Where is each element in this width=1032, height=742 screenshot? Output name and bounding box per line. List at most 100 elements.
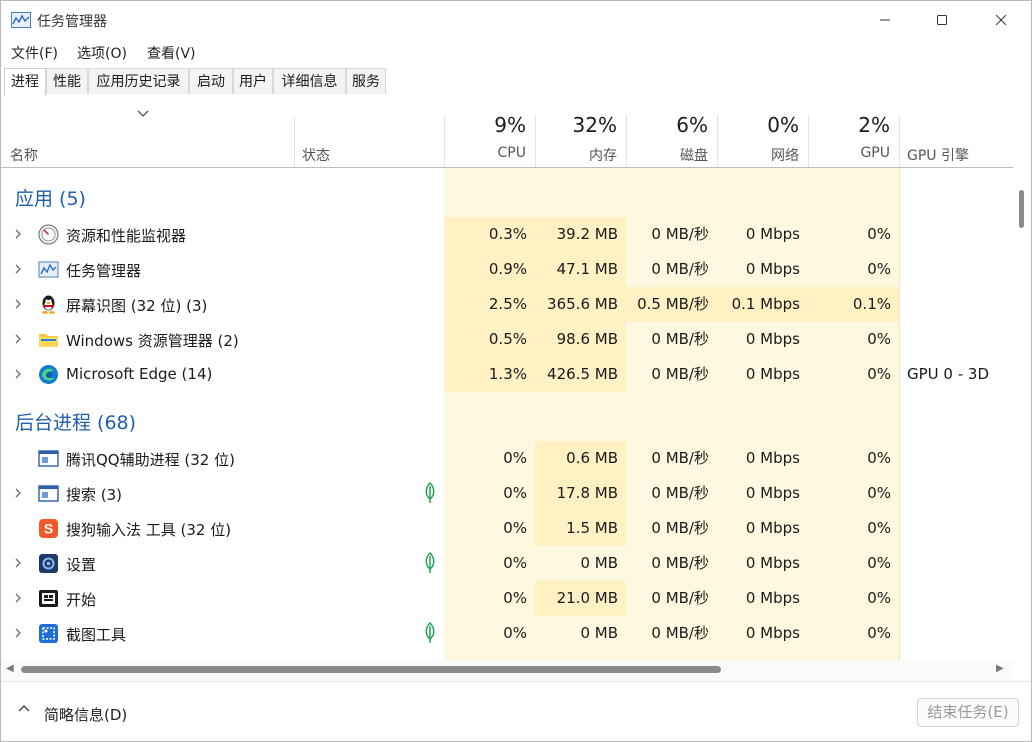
gpu-engine-cell: GPU 0 - 3D bbox=[907, 365, 990, 383]
column-network-header[interactable]: 网络 bbox=[771, 145, 799, 165]
column-divider bbox=[294, 115, 295, 167]
disk-cell: 0 MB/秒 bbox=[626, 217, 717, 252]
tab-users[interactable]: 用户 bbox=[233, 68, 273, 94]
column-gpu-header[interactable]: GPU bbox=[860, 145, 890, 161]
process-name: 资源和性能监视器 bbox=[66, 227, 187, 245]
disk-cell: 0 MB/秒 bbox=[626, 581, 717, 616]
column-name-header[interactable]: 名称 bbox=[10, 145, 38, 165]
gpu-cell: 0% bbox=[808, 581, 899, 616]
end-task-button[interactable]: 结束任务(E) bbox=[917, 698, 1019, 727]
column-disk-header[interactable]: 磁盘 bbox=[680, 145, 708, 165]
task-manager-window: 任务管理器 文件(F) 选项(O) 查看(V) 进程 性能 应用历史记录 启动 … bbox=[0, 0, 1032, 742]
net-cell: 0 Mbps bbox=[717, 252, 808, 287]
process-name: 截图工具 bbox=[66, 626, 127, 644]
column-divider bbox=[444, 115, 445, 167]
menu-options[interactable]: 选项(O) bbox=[77, 43, 127, 63]
process-name: 搜狗输入法 工具 (32 位) bbox=[66, 521, 232, 539]
process-row[interactable]: Windows 资源管理器 (2) 0.5% 98.6 MB 0 MB/秒 0 Mbps… bbox=[1, 322, 1013, 357]
group-header[interactable]: 后台进程 (68) bbox=[1, 392, 1013, 441]
disk-cell: 0 MB/秒 bbox=[626, 322, 717, 357]
vertical-scrollbar-thumb[interactable] bbox=[1019, 190, 1024, 228]
menu-bar: 文件(F) 选项(O) 查看(V) bbox=[1, 39, 1031, 63]
column-gpu-engine-header[interactable]: GPU 引擎 bbox=[907, 145, 969, 165]
horizontal-scrollbar-thumb[interactable] bbox=[21, 666, 721, 673]
column-cpu-header[interactable]: CPU bbox=[498, 145, 526, 161]
menu-file[interactable]: 文件(F) bbox=[11, 43, 58, 63]
column-divider bbox=[717, 115, 718, 167]
process-row[interactable]: 开始 0% 21.0 MB 0 MB/秒 0 Mbps 0% bbox=[1, 581, 1013, 616]
mem-cell: 0 MB bbox=[535, 546, 626, 581]
mem-cell: 426.5 MB bbox=[535, 357, 626, 392]
tab-startup[interactable]: 启动 bbox=[189, 68, 233, 94]
process-row[interactable]: 任务管理器 0.9% 47.1 MB 0 MB/秒 0 Mbps 0% bbox=[1, 252, 1013, 287]
settings-icon bbox=[38, 553, 59, 574]
tab-processes[interactable]: 进程 bbox=[4, 68, 46, 96]
tab-details[interactable]: 详细信息 bbox=[273, 68, 346, 94]
process-row[interactable]: 截图工具 0% 0 MB 0 MB/秒 0 Mbps 0% bbox=[1, 616, 1013, 651]
folder-icon bbox=[38, 329, 59, 350]
disk-cell: 0 MB/秒 bbox=[626, 357, 717, 392]
network-total-percent: 0% bbox=[767, 113, 799, 137]
scroll-right-arrow-icon[interactable]: ▶ bbox=[996, 663, 1004, 674]
fewer-details-link[interactable]: 简略信息(D) bbox=[44, 704, 127, 725]
process-row[interactable]: S 搜狗输入法 工具 (32 位) 0% 1.5 MB 0 MB/秒 0 Mbps 0% bbox=[1, 511, 1013, 546]
process-row[interactable]: 腾讯QQ辅助进程 (32 位) 0% 0.6 MB 0 MB/秒 0 Mbps 0% bbox=[1, 441, 1013, 476]
process-row[interactable]: 设置 0% 0 MB 0 MB/秒 0 Mbps 0% bbox=[1, 546, 1013, 581]
mem-cell: 17.8 MB bbox=[535, 476, 626, 511]
process-name: 屏幕识图 (32 位) (3) bbox=[66, 297, 208, 315]
task-manager-icon bbox=[38, 259, 59, 280]
chevron-right-icon[interactable] bbox=[13, 263, 23, 279]
mem-cell: 39.2 MB bbox=[535, 217, 626, 252]
chevron-right-icon[interactable] bbox=[13, 298, 23, 314]
efficiency-mode-leaf-icon bbox=[422, 622, 438, 648]
tab-app-history[interactable]: 应用历史记录 bbox=[88, 68, 189, 94]
cpu-cell: 0% bbox=[444, 581, 535, 616]
close-button[interactable] bbox=[978, 1, 1024, 39]
process-row[interactable]: Microsoft Edge (14) 1.3% 426.5 MB 0 MB/秒 0 M… bbox=[1, 357, 1013, 392]
chevron-up-icon[interactable] bbox=[17, 702, 31, 714]
svg-text:S: S bbox=[44, 521, 53, 537]
column-divider bbox=[535, 115, 536, 167]
column-memory-header[interactable]: 内存 bbox=[589, 145, 617, 165]
column-status-header[interactable]: 状态 bbox=[302, 145, 330, 165]
group-header[interactable]: 应用 (5) bbox=[1, 168, 1013, 217]
disk-cell: 0 MB/秒 bbox=[626, 511, 717, 546]
chevron-right-icon[interactable] bbox=[13, 557, 23, 573]
mem-cell: 98.6 MB bbox=[535, 322, 626, 357]
process-name: 腾讯QQ辅助进程 (32 位) bbox=[66, 451, 235, 469]
tab-services[interactable]: 服务 bbox=[346, 68, 386, 94]
net-cell: 0 Mbps bbox=[717, 616, 808, 651]
process-row[interactable]: 屏幕识图 (32 位) (3) 2.5% 365.6 MB 0.5 MB/秒 0.1 M… bbox=[1, 287, 1013, 322]
chevron-right-icon[interactable] bbox=[13, 228, 23, 244]
chevron-down-icon[interactable] bbox=[136, 109, 150, 119]
mem-cell: 21.0 MB bbox=[535, 581, 626, 616]
column-divider bbox=[626, 115, 627, 167]
chevron-right-icon[interactable] bbox=[13, 368, 23, 384]
cpu-cell: 1.3% bbox=[444, 357, 535, 392]
process-row[interactable]: 搜索 (3) 0% 17.8 MB 0 MB/秒 0 Mbps 0% bbox=[1, 476, 1013, 511]
minimize-button[interactable] bbox=[862, 1, 908, 39]
process-name: 搜索 (3) bbox=[66, 486, 123, 504]
cpu-cell: 0.5% bbox=[444, 322, 535, 357]
memory-total-percent: 32% bbox=[572, 113, 617, 137]
cpu-cell: 0.3% bbox=[444, 217, 535, 252]
search-app-icon bbox=[38, 483, 59, 504]
vertical-scrollbar[interactable] bbox=[1013, 168, 1031, 660]
net-cell: 0 Mbps bbox=[717, 581, 808, 616]
process-name: 任务管理器 bbox=[66, 262, 142, 280]
tab-performance[interactable]: 性能 bbox=[46, 68, 88, 94]
horizontal-scrollbar[interactable]: ◀ ▶ bbox=[1, 660, 1013, 680]
cpu-cell: 0% bbox=[444, 546, 535, 581]
gpu-cell: 0% bbox=[808, 357, 899, 392]
chevron-right-icon[interactable] bbox=[13, 333, 23, 349]
chevron-right-icon[interactable] bbox=[13, 487, 23, 503]
maximize-button[interactable] bbox=[919, 1, 965, 39]
net-cell: 0.1 Mbps bbox=[717, 287, 808, 322]
chevron-right-icon[interactable] bbox=[13, 627, 23, 643]
menu-view[interactable]: 查看(V) bbox=[147, 43, 196, 63]
disk-cell: 0 MB/秒 bbox=[626, 441, 717, 476]
process-row[interactable]: 资源和性能监视器 0.3% 39.2 MB 0 MB/秒 0 Mbps 0% bbox=[1, 217, 1013, 252]
scroll-left-arrow-icon[interactable]: ◀ bbox=[6, 663, 14, 674]
footer-bar: 简略信息(D) 结束任务(E) bbox=[1, 681, 1031, 741]
chevron-right-icon[interactable] bbox=[13, 592, 23, 608]
